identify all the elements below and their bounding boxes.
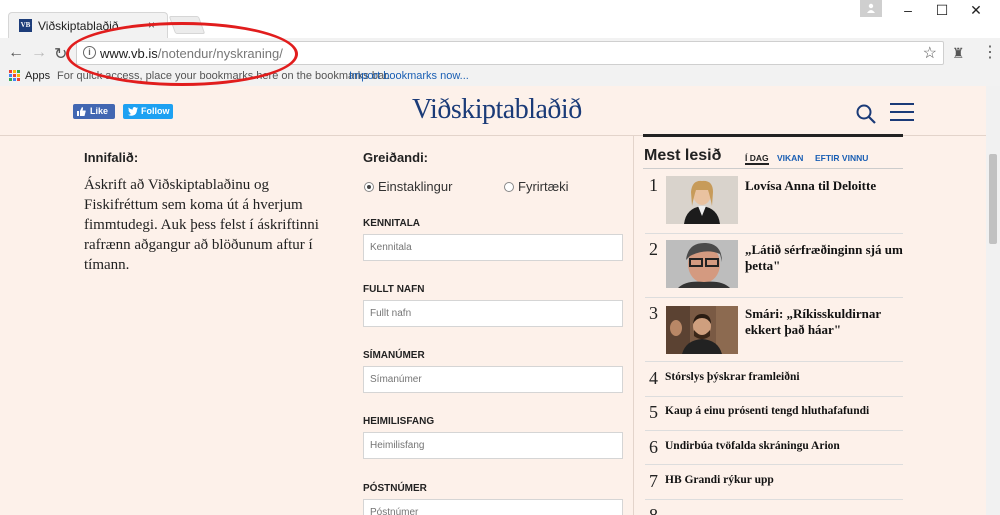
article-item[interactable]: 8	[645, 500, 903, 515]
radio-individual[interactable]: Einstaklingur	[364, 179, 452, 194]
article-title[interactable]: Undirbúa tvöfalda skráningu Arion	[665, 440, 840, 452]
article-item[interactable]: 1 Lovísa Anna til Deloitte	[645, 170, 903, 234]
postnumer-input[interactable]	[363, 499, 623, 515]
tab-title: Viðskiptablaðið	[38, 19, 119, 33]
radio-button-checked[interactable]	[364, 182, 374, 192]
heimilisfang-label: HEIMILISFANG	[363, 416, 435, 427]
url-text[interactable]: www.vb.is/notendur/nyskraning/	[100, 46, 283, 61]
radio-company-label: Fyrirtæki	[518, 179, 569, 194]
apps-link[interactable]: Apps	[25, 70, 50, 82]
article-item[interactable]: 5 Kaup á einu prósenti tengd hluthafafun…	[645, 397, 903, 431]
article-item[interactable]: 3 Smári: „Ríkisskuldirnar ekkert það háa…	[645, 298, 903, 362]
mest-lesid-title: Mest lesið	[644, 147, 722, 164]
article-title[interactable]: Kaup á einu prósenti tengd hluthafafundi	[665, 405, 869, 417]
article-number: 3	[649, 303, 658, 323]
article-title[interactable]: Lovísa Anna til Deloitte	[745, 178, 903, 194]
article-item[interactable]: 2 „Látið sérfræðinginn sjá um þetta"	[645, 234, 903, 298]
site-header: Like Follow Viðskiptablaðið	[0, 86, 1000, 136]
menu-hamburger-icon[interactable]	[890, 103, 914, 121]
address-bar[interactable]: i www.vb.is/notendur/nyskraning/ ☆	[76, 41, 944, 65]
payer-form: Greiðandi: Einstaklingur Fyrirtæki KENNI…	[363, 150, 625, 515]
simanumer-input[interactable]	[363, 366, 623, 393]
tab-after-work[interactable]: EFTIR VINNU	[815, 153, 868, 163]
article-thumbnail-image[interactable]	[666, 176, 738, 224]
radio-company[interactable]: Fyrirtæki	[504, 179, 569, 194]
facebook-like-button[interactable]: Like	[73, 104, 115, 119]
tab-today[interactable]: Í DAG	[745, 153, 769, 165]
extension-icon[interactable]: ♜	[952, 45, 965, 62]
fullt-nafn-input[interactable]	[363, 300, 623, 327]
article-number: 4	[649, 368, 658, 388]
article-item[interactable]: 7 HB Grandi rýkur upp	[645, 465, 903, 500]
user-icon	[867, 3, 875, 13]
postnumer-label: PÓSTNÚMER	[363, 483, 427, 494]
vb-favicon-icon: VB	[19, 19, 32, 32]
heimilisfang-input[interactable]	[363, 432, 623, 459]
article-item[interactable]: 4 Stórslys þýskrar framleiðni	[645, 364, 903, 397]
article-number: 8	[649, 505, 658, 515]
radio-individual-label: Einstaklingur	[378, 179, 453, 194]
close-tab-icon[interactable]: ×	[148, 18, 155, 32]
bookmarks-bar: Apps For quick access, place your bookma…	[0, 68, 1000, 86]
payer-title: Greiðandi:	[363, 150, 429, 165]
browser-tab[interactable]: VB Viðskiptablaðið ×	[8, 12, 168, 38]
article-number: 6	[649, 437, 658, 457]
kennitala-input[interactable]	[363, 234, 623, 261]
page-scrollbar[interactable]	[986, 86, 1000, 515]
article-title[interactable]: Smári: „Ríkisskuldirnar ekkert það háar"	[745, 306, 903, 338]
innifalid-section: Innifalið: Áskrift að Viðskiptablaðinu o…	[84, 150, 344, 275]
article-number: 5	[649, 402, 658, 422]
article-thumbnail-image[interactable]	[666, 240, 738, 288]
new-tab-button[interactable]	[168, 16, 206, 34]
innifalid-title: Innifalið:	[84, 150, 139, 165]
apps-grid-icon[interactable]	[9, 70, 21, 82]
kennitala-label: KENNITALA	[363, 218, 421, 229]
article-title[interactable]: Stórslys þýskrar framleiðni	[665, 371, 800, 383]
mest-lesid-top-rule	[643, 134, 903, 137]
twitter-follow-button[interactable]: Follow	[123, 104, 173, 119]
article-number: 2	[649, 239, 658, 259]
profile-button[interactable]	[860, 0, 882, 17]
column-divider	[633, 136, 634, 515]
back-arrow-icon[interactable]: ←	[8, 44, 24, 62]
import-bookmarks-link[interactable]: Import bookmarks now...	[349, 70, 469, 82]
tab-week[interactable]: VIKAN	[777, 153, 803, 163]
article-title[interactable]: HB Grandi rýkur upp	[665, 474, 774, 486]
follow-label: Follow	[141, 106, 170, 116]
like-label: Like	[90, 106, 109, 116]
search-icon[interactable]	[855, 103, 877, 125]
fullt-nafn-label: FULLT NAFN	[363, 284, 425, 295]
bookmark-star-icon[interactable]: ☆	[923, 43, 937, 63]
simanumer-label: SÍMANÚMER	[363, 350, 425, 361]
radio-button[interactable]	[504, 182, 514, 192]
thumbs-up-icon	[77, 107, 86, 116]
browser-toolbar: ← → ↻ i www.vb.is/notendur/nyskraning/ ☆	[0, 38, 1000, 68]
reload-icon[interactable]: ↻	[54, 44, 67, 64]
browser-titlebar: VB Viðskiptablaðið × – ☐ ✕	[0, 0, 1000, 38]
article-item[interactable]: 6 Undirbúa tvöfalda skráningu Arion	[645, 431, 903, 465]
article-number: 7	[649, 471, 658, 491]
window-close-button[interactable]: ✕	[956, 2, 996, 19]
twitter-bird-icon	[128, 107, 138, 116]
innifalid-text: Áskrift að Viðskiptablaðinu og Fiskifrét…	[84, 177, 319, 273]
bookmarks-hint: For quick access, place your bookmarks h…	[57, 70, 391, 82]
info-icon[interactable]: i	[83, 46, 96, 59]
mest-lesid-rule	[643, 168, 903, 169]
article-number: 1	[649, 175, 658, 195]
scrollbar-thumb[interactable]	[989, 154, 997, 244]
article-thumbnail-image[interactable]	[666, 306, 738, 354]
forward-arrow-icon[interactable]: →	[31, 44, 47, 62]
article-title[interactable]: „Látið sérfræðinginn sjá um þetta"	[745, 242, 903, 274]
browser-menu-icon[interactable]: ⋮	[982, 42, 998, 62]
site-logo[interactable]: Viðskiptablaðið	[412, 94, 582, 126]
